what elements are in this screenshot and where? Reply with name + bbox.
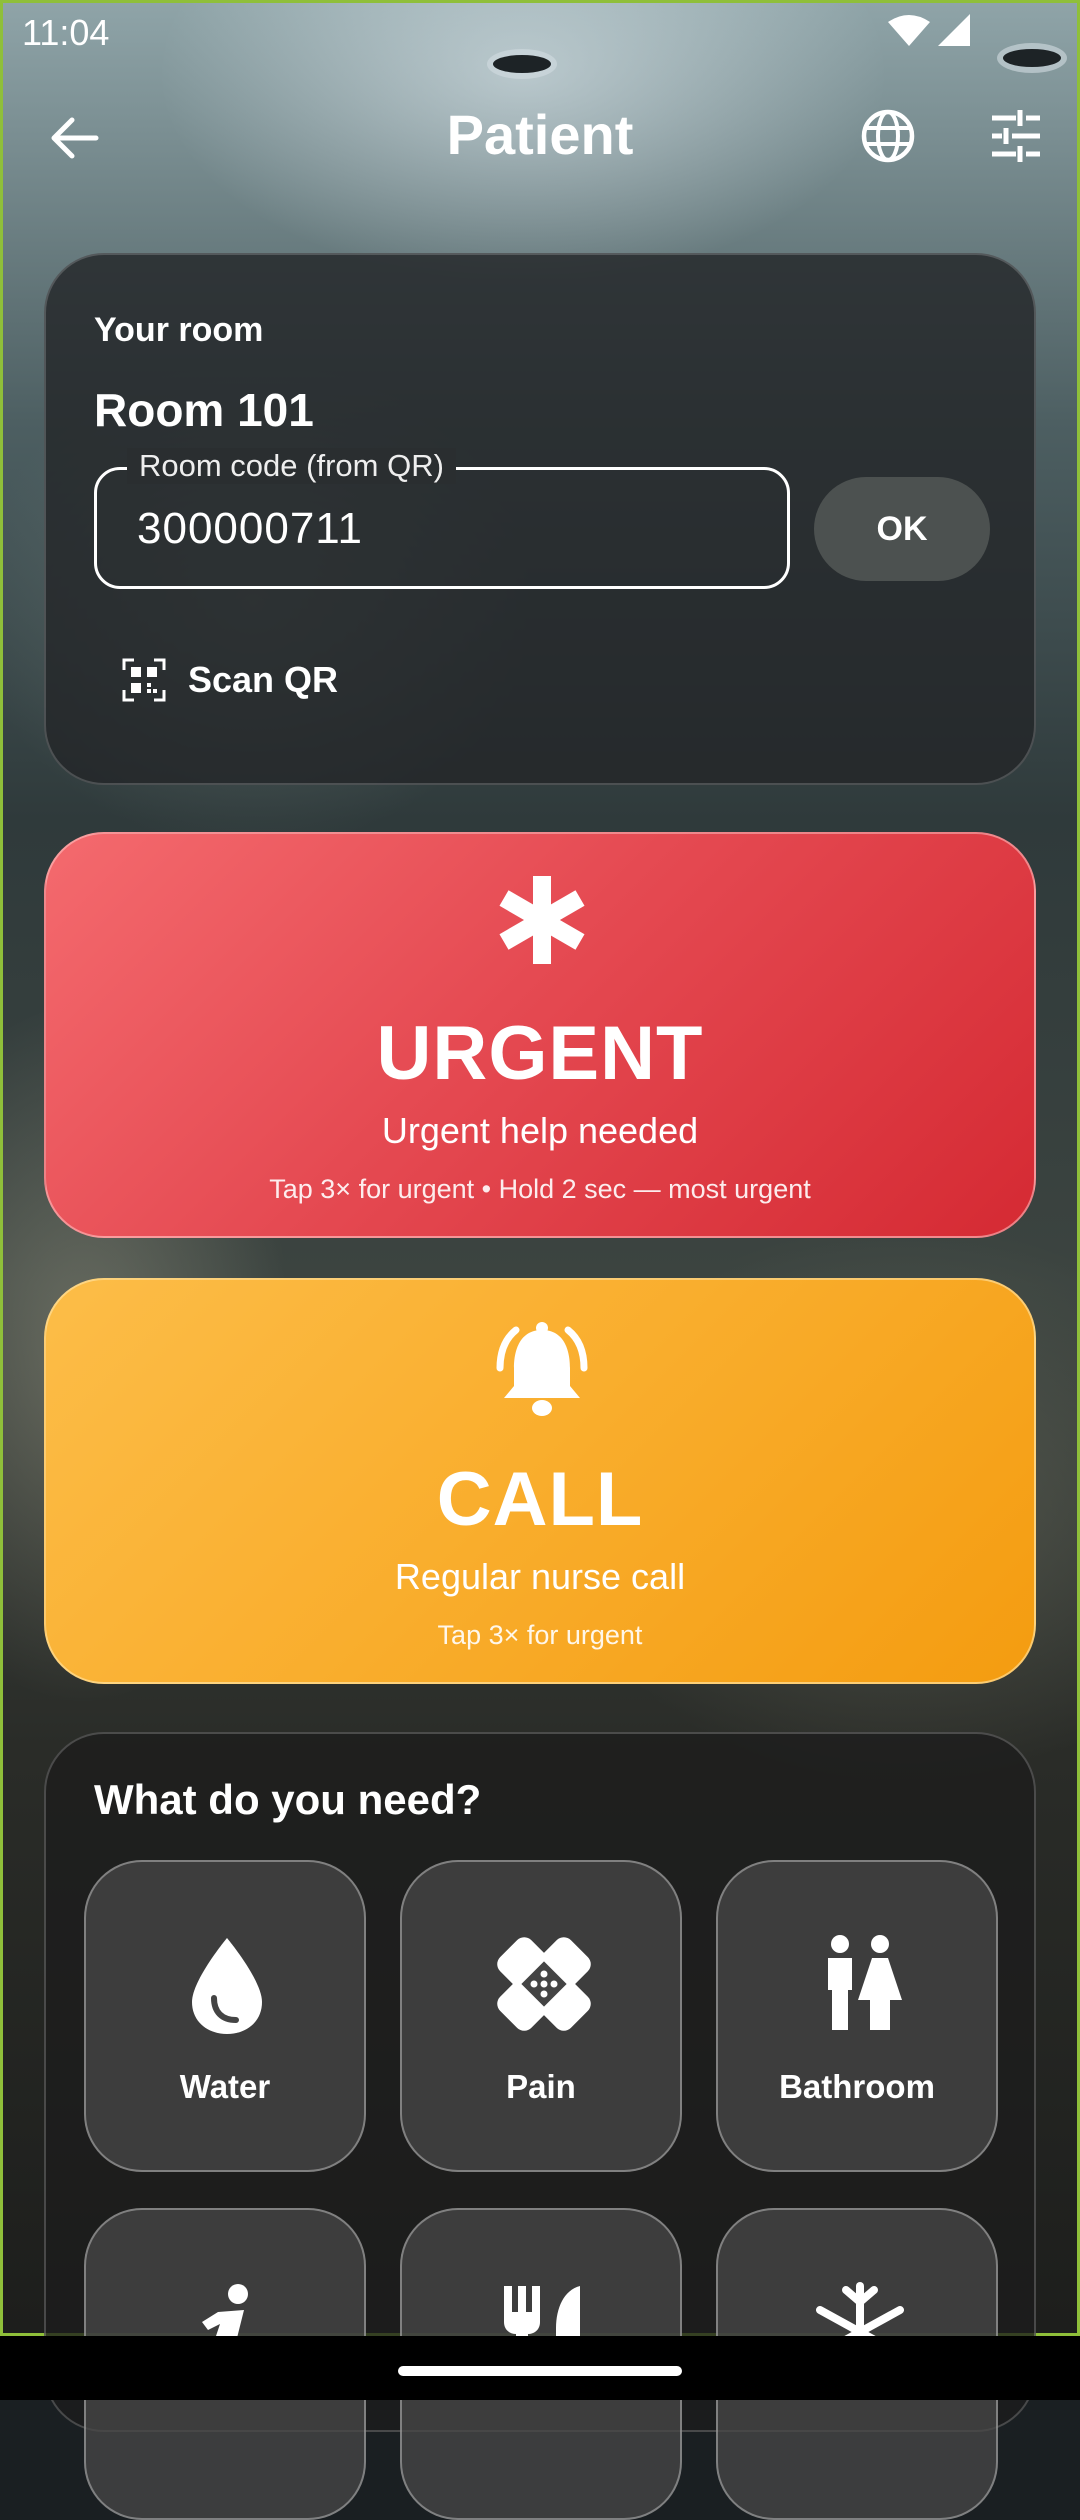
signal-icon <box>938 14 970 46</box>
need-water-button[interactable]: Water <box>84 1860 366 2172</box>
room-code-input[interactable] <box>135 496 739 562</box>
need-pain-button[interactable]: Pain <box>400 1860 682 2172</box>
room-code-field-label: Room code (from QR) <box>127 448 456 484</box>
page-title: Patient <box>446 103 634 166</box>
navigation-bar <box>0 2336 1080 2400</box>
room-name: Room 101 <box>94 384 314 436</box>
call-title: CALL <box>436 1457 644 1542</box>
bandage-icon <box>497 1937 591 2031</box>
status-bar: 11:04 <box>0 0 1080 64</box>
need-bathroom-label: Bathroom <box>779 2068 935 2105</box>
water-drop-icon <box>192 1938 262 2034</box>
language-globe-icon[interactable] <box>858 106 918 166</box>
restroom-icon <box>828 1935 902 2030</box>
need-pain-label: Pain <box>506 2068 576 2105</box>
status-time: 11:04 <box>22 12 110 53</box>
ok-button[interactable]: OK <box>814 477 990 581</box>
asterisk-icon <box>499 876 585 964</box>
call-subtitle: Regular nurse call <box>394 1556 686 1597</box>
room-section-label: Your room <box>94 311 264 349</box>
urgent-button[interactable]: URGENT Urgent help needed Tap 3× for urg… <box>44 832 1036 1238</box>
scan-qr-button[interactable]: Scan QR <box>122 645 338 715</box>
qr-code-icon <box>122 658 166 702</box>
need-water-label: Water <box>179 2068 271 2105</box>
needs-card: What do you need? Water Pain Bathroom <box>44 1732 1036 2520</box>
urgent-subtitle: Urgent help needed <box>381 1110 699 1151</box>
need-bathroom-button[interactable]: Bathroom <box>716 1860 998 2172</box>
urgent-title: URGENT <box>376 1011 704 1096</box>
needs-title: What do you need? <box>94 1776 482 1823</box>
call-hint: Tap 3× for urgent <box>437 1620 643 1650</box>
home-gesture-handle[interactable] <box>398 2366 682 2376</box>
room-card: Your room Room 101 Room code (from QR) O… <box>44 253 1036 785</box>
urgent-hint: Tap 3× for urgent • Hold 2 sec — most ur… <box>269 1174 811 1204</box>
bell-icon <box>496 1322 588 1416</box>
scan-qr-label: Scan QR <box>188 659 339 700</box>
call-button[interactable]: CALL Regular nurse call Tap 3× for urgen… <box>44 1278 1036 1684</box>
settings-sliders-icon[interactable] <box>986 106 1046 166</box>
room-code-field[interactable]: Room code (from QR) <box>94 448 790 589</box>
wifi-icon <box>888 15 930 46</box>
app-bar: Patient <box>0 90 1080 180</box>
